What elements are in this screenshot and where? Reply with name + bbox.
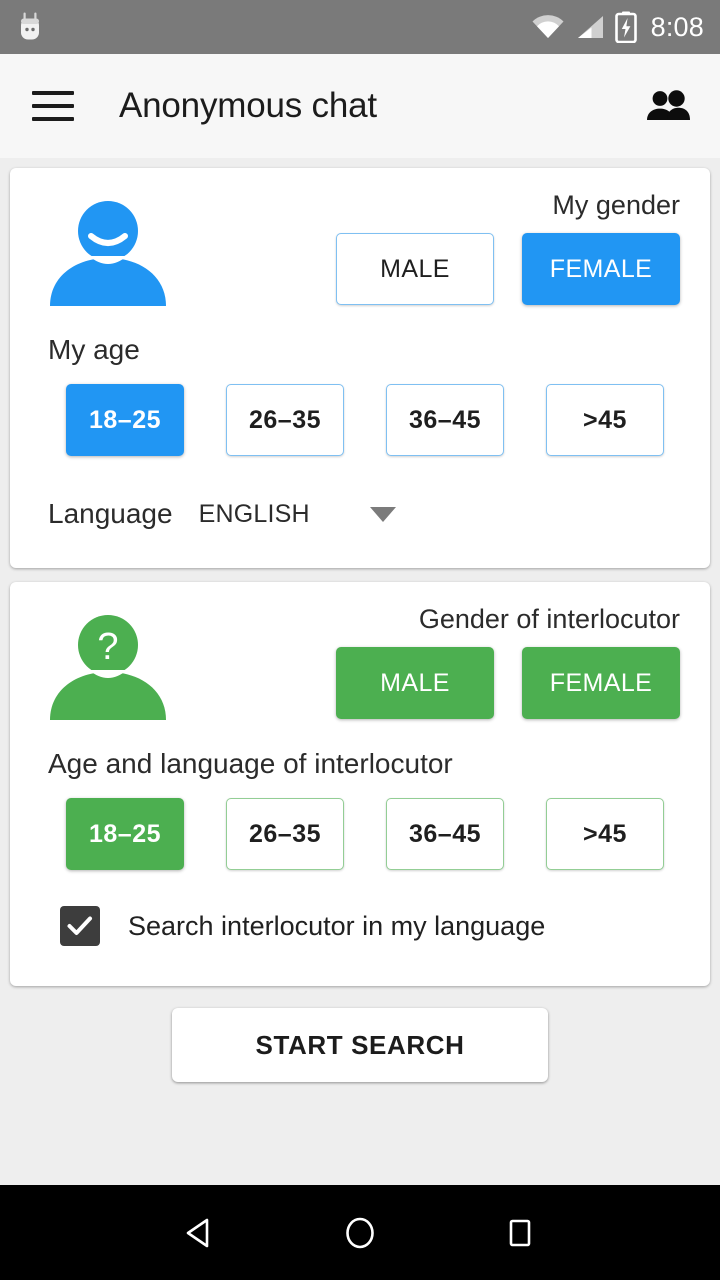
smiling-person-avatar-icon xyxy=(50,201,166,306)
status-bar: 8:08 xyxy=(0,0,720,54)
my-age-18-25-button[interactable]: 18–25 xyxy=(66,384,184,456)
search-in-my-language-row[interactable]: Search interlocutor in my language xyxy=(10,870,710,986)
interlocutor-gender-block: Gender of interlocutor MALE FEMALE xyxy=(180,604,688,719)
people-group-icon[interactable] xyxy=(642,80,694,132)
cell-signal-icon xyxy=(577,16,603,38)
my-avatar xyxy=(32,190,180,308)
interlocutor-age-36-45-button[interactable]: 36–45 xyxy=(386,798,504,870)
my-gender-options: MALE FEMALE xyxy=(336,233,688,305)
chevron-down-icon[interactable] xyxy=(369,506,396,522)
checkmark-icon xyxy=(67,916,92,935)
hamburger-line xyxy=(32,104,74,108)
search-in-my-language-label: Search interlocutor in my language xyxy=(128,910,546,941)
interlocutor-card: ? Gender of interlocutor MALE FEMALE Age… xyxy=(10,582,710,986)
interlocutor-gender-female-button[interactable]: FEMALE xyxy=(522,647,680,719)
interlocutor-gender-caption: Gender of interlocutor xyxy=(418,604,680,634)
main-content: My gender MALE FEMALE My age 18–25 26–35… xyxy=(0,158,720,1082)
nav-home-circle-icon[interactable] xyxy=(330,1203,390,1263)
language-label: Language xyxy=(48,498,173,529)
my-age-label: My age xyxy=(48,334,140,365)
start-search-button[interactable]: START SEARCH xyxy=(172,1008,548,1082)
my-profile-card-top: My gender MALE FEMALE xyxy=(10,168,710,308)
my-profile-card: My gender MALE FEMALE My age 18–25 26–35… xyxy=(10,168,710,568)
my-age-options: 18–25 26–35 36–45 >45 xyxy=(10,366,710,456)
nav-recents-square-icon[interactable] xyxy=(490,1203,550,1263)
language-value: ENGLISH xyxy=(198,499,310,528)
nav-recents-glyph xyxy=(509,1219,531,1246)
page-title: Anonymous chat xyxy=(119,86,377,125)
my-gender-male-button[interactable]: MALE xyxy=(336,233,494,305)
status-bar-right: 8:08 xyxy=(531,11,704,43)
interlocutor-age-18-25-button[interactable]: 18–25 xyxy=(66,798,184,870)
nav-back-triangle-icon[interactable] xyxy=(170,1203,230,1263)
nav-home-glyph xyxy=(346,1217,374,1248)
app-toolbar: Anonymous chat xyxy=(0,54,720,158)
people-group-glyph xyxy=(647,90,690,120)
my-gender-caption: My gender xyxy=(552,190,680,220)
my-age-over-45-button[interactable]: >45 xyxy=(546,384,664,456)
my-gender-female-button[interactable]: FEMALE xyxy=(522,233,680,305)
interlocutor-age-26-35-button[interactable]: 26–35 xyxy=(226,798,344,870)
interlocutor-age-label: Age and language of interlocutor xyxy=(48,748,453,779)
search-in-my-language-checkbox[interactable] xyxy=(60,906,100,946)
svg-text:?: ? xyxy=(97,626,118,668)
interlocutor-card-top: ? Gender of interlocutor MALE FEMALE xyxy=(10,582,710,722)
android-nav-bar xyxy=(0,1185,720,1280)
battery-charging-icon xyxy=(614,11,637,43)
question-mark-person-avatar-icon: ? xyxy=(50,615,166,720)
nav-back-glyph xyxy=(186,1218,209,1247)
interlocutor-age-options: 18–25 26–35 36–45 >45 xyxy=(10,780,710,870)
status-bar-left xyxy=(16,12,44,42)
interlocutor-avatar: ? xyxy=(32,604,180,722)
my-age-36-45-button[interactable]: 36–45 xyxy=(386,384,504,456)
android-mascot-icon xyxy=(21,12,39,40)
hamburger-menu-icon[interactable] xyxy=(32,91,74,121)
interlocutor-gender-male-button[interactable]: MALE xyxy=(336,647,494,719)
interlocutor-age-over-45-button[interactable]: >45 xyxy=(546,798,664,870)
wifi-icon xyxy=(532,15,564,38)
my-age-26-35-button[interactable]: 26–35 xyxy=(226,384,344,456)
hamburger-line xyxy=(32,91,74,95)
hamburger-line xyxy=(32,117,74,121)
status-bar-clock: 8:08 xyxy=(650,11,704,42)
my-gender-block: My gender MALE FEMALE xyxy=(180,190,688,305)
interlocutor-gender-options: MALE FEMALE xyxy=(336,647,688,719)
start-search-wrapper: START SEARCH xyxy=(10,986,710,1082)
language-selector-row[interactable]: Language ENGLISH xyxy=(10,456,710,568)
